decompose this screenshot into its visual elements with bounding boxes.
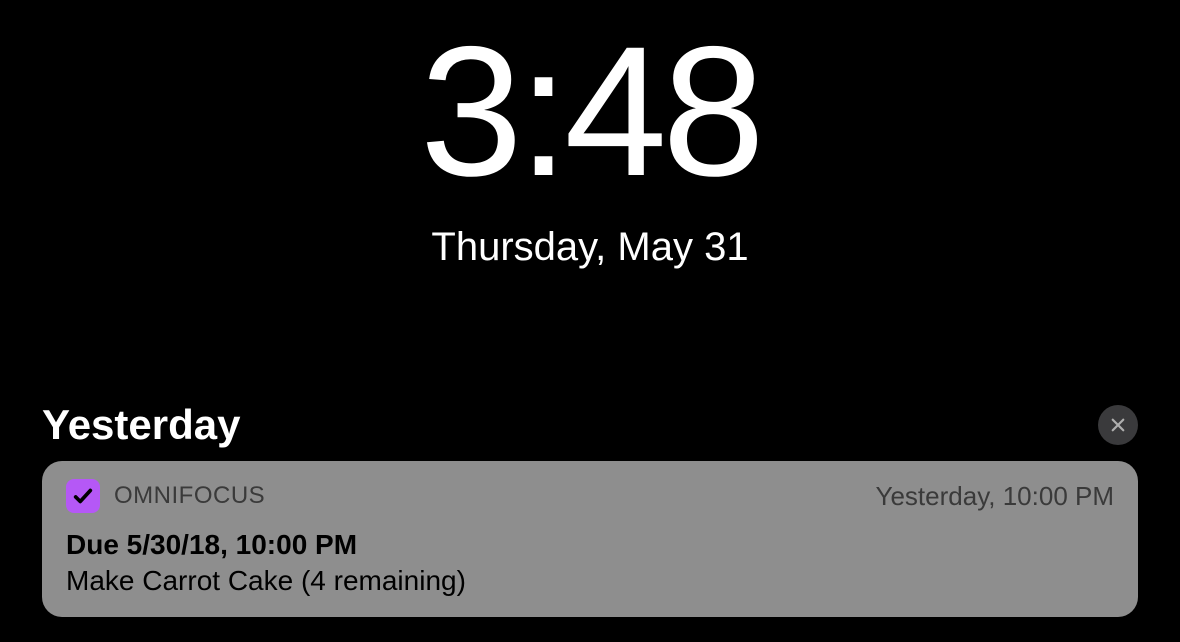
- close-icon: [1109, 416, 1127, 434]
- checkmark-icon: [72, 485, 94, 507]
- notification-body: Make Carrot Cake (4 remaining): [66, 565, 1114, 597]
- lockscreen-clock: 3:48 Thursday, May 31: [0, 0, 1180, 270]
- date-display: Thursday, May 31: [0, 225, 1180, 270]
- dismiss-section-button[interactable]: [1098, 405, 1138, 445]
- time-display: 3:48: [0, 20, 1180, 205]
- notification-card[interactable]: OMNIFOCUS Yesterday, 10:00 PM Due 5/30/1…: [42, 461, 1138, 617]
- section-title: Yesterday: [42, 401, 240, 449]
- notification-header: OMNIFOCUS Yesterday, 10:00 PM: [66, 479, 1114, 513]
- notification-section: Yesterday OMNIFOCUS Yesterday, 10:00 PM …: [42, 401, 1138, 617]
- notification-title: Due 5/30/18, 10:00 PM: [66, 529, 1114, 561]
- notification-timestamp: Yesterday, 10:00 PM: [876, 481, 1114, 512]
- notification-section-header: Yesterday: [42, 401, 1138, 449]
- omnifocus-app-icon: [66, 479, 100, 513]
- app-name-label: OMNIFOCUS: [114, 482, 265, 510]
